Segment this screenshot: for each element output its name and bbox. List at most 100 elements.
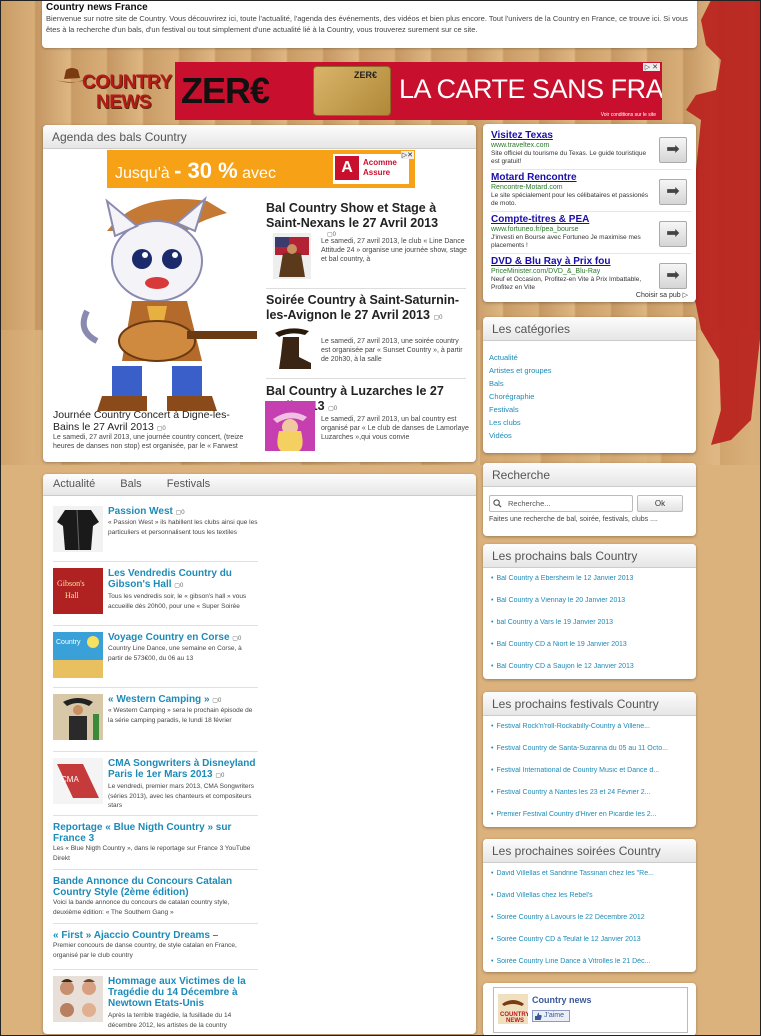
bal-link[interactable]: Bal Country à Viennay le 20 Janvier 2013: [491, 597, 688, 619]
ad-description: Le site spécialement pour les célibatair…: [491, 192, 649, 207]
post-title[interactable]: Hommage aux Victimes de la Tragédie du 1…: [108, 976, 258, 1009]
bal-link[interactable]: Bal Country à Ebersheim le 12 Janvier 20…: [491, 575, 688, 597]
choose-ad-link[interactable]: Choisir sa pub ▷: [636, 291, 688, 299]
post-thumbnail[interactable]: CMA: [53, 758, 103, 804]
ad-close-icon[interactable]: ▷✕: [400, 151, 414, 159]
featured-event-title[interactable]: Journée Country Concert à Digne-les-Bain…: [53, 409, 253, 435]
post-title[interactable]: CMA Songwriters à Disneyland Paris le 1e…: [108, 758, 258, 782]
acomme-assure-ad[interactable]: Jusqu'à - 30 % avec A Acomme Assure ▷✕: [107, 150, 415, 188]
tab-festivals[interactable]: Festivals: [167, 478, 210, 490]
festival-link[interactable]: Festival Rock'n'roll-Rockabilly-Country …: [491, 723, 688, 745]
sponsored-link[interactable]: Visitez Texas www.traveltex.com Site off…: [491, 130, 691, 170]
list-item[interactable]: Bande Annonce du Concours Catalan Countr…: [53, 876, 258, 924]
arrow-right-icon[interactable]: ➡: [659, 137, 687, 163]
agenda-heading: Agenda des bals Country: [43, 125, 476, 149]
festival-link[interactable]: Premier Festival Country d'Hiver en Pica…: [491, 811, 688, 827]
post-thumbnail[interactable]: [53, 976, 103, 1022]
tab-bals[interactable]: Bals: [120, 478, 141, 490]
event-thumbnail[interactable]: [273, 233, 311, 279]
soiree-link[interactable]: Soirée Country Line Dance à Vitrolles le…: [491, 958, 688, 972]
banner-slogan: LA CARTE SANS FRAIS: [399, 74, 662, 104]
post-excerpt: Premier concours de danse country, de st…: [53, 942, 237, 959]
bal-link[interactable]: bal Country à Vars le 19 Janvier 2013: [491, 619, 688, 641]
arrow-right-icon[interactable]: ➡: [659, 179, 687, 205]
sponsored-link[interactable]: Compte-titres & PEA www.fortuneo.fr/pea_…: [491, 214, 691, 254]
soiree-link[interactable]: David Villellas et Sandrine Tassinari ch…: [491, 870, 688, 892]
category-link[interactable]: Festivals: [489, 403, 690, 416]
category-list: Actualité Artistes et groupes Bals Choré…: [483, 341, 696, 452]
post-excerpt: Country Line Dance, une semaine en Corse…: [108, 645, 242, 662]
post-excerpt: Le vendredi, premier mars 2013, CMA Song…: [108, 783, 254, 809]
tab-actualite[interactable]: Actualité: [53, 478, 95, 490]
post-thumbnail[interactable]: [53, 506, 103, 552]
event-excerpt: Le samedi, 27 avril 2013, un bal country…: [321, 416, 469, 441]
post-title[interactable]: « First » Ajaccio Country Dreams –: [53, 930, 253, 941]
category-link[interactable]: Les clubs: [489, 416, 690, 429]
bal-link[interactable]: Bal Country CD à Niort le 19 Janvier 201…: [491, 641, 688, 663]
list-item[interactable]: Gibson's Hall Les Vendredis Country du Gi…: [53, 568, 258, 626]
post-thumbnail[interactable]: [53, 694, 103, 740]
post-title[interactable]: Bande Annonce du Concours Catalan Countr…: [53, 876, 253, 898]
event-title[interactable]: Soirée Country à Saint-Saturnin-les-Avig…: [266, 293, 471, 326]
list-item[interactable]: « Western Camping » ▢0 « Western Camping…: [53, 694, 258, 752]
cowboy-boot-icon[interactable]: [271, 325, 313, 371]
post-title[interactable]: Les Vendredis Country du Gibson's Hall ▢…: [108, 568, 258, 592]
bals-heading: Les prochains bals Country: [483, 544, 696, 568]
upcoming-soirees-panel: Les prochaines soirées Country David Vil…: [483, 839, 696, 972]
news-panel: Actualité Bals Festivals Passion West ▢0…: [43, 474, 476, 1034]
banner-brand: ZER€: [181, 70, 270, 111]
category-link[interactable]: Vidéos: [489, 429, 690, 442]
post-title[interactable]: Reportage « Blue Nigth Country » sur Fra…: [53, 822, 253, 844]
search-input[interactable]: Recherche...: [489, 495, 633, 512]
soiree-link[interactable]: Soirée Country à Lavours le 22 Décembre …: [491, 914, 688, 936]
festivals-list: Festival Rock'n'roll-Rockabilly-Country …: [483, 716, 696, 827]
category-link[interactable]: Actualité: [489, 351, 690, 364]
facebook-box: COUNTRY NEWS Country news J'aime: [483, 983, 696, 1036]
ad-close-icon[interactable]: ▷ ✕: [642, 63, 660, 71]
site-logo[interactable]: COUNTRY NEWS: [52, 62, 174, 118]
post-thumbnail[interactable]: Gibson's Hall: [53, 568, 103, 614]
sponsored-link[interactable]: Motard Rencontre Rencontre-Motard.com Le…: [491, 172, 691, 212]
site-title: Country news France: [46, 2, 148, 13]
sponsored-links-panel: Visitez Texas www.traveltex.com Site off…: [483, 124, 696, 302]
list-item[interactable]: Passion West ▢0 « Passion West » ils hab…: [53, 506, 258, 562]
event-item[interactable]: Bal Country Show et Stage à Saint-Nexans…: [266, 201, 471, 231]
festival-link[interactable]: Festival International de Country Music …: [491, 767, 688, 789]
post-thumbnail[interactable]: Country: [53, 632, 103, 678]
list-item[interactable]: Reportage « Blue Nigth Country » sur Fra…: [53, 822, 258, 870]
soiree-link[interactable]: David Villellas chez les Rebel's: [491, 892, 688, 914]
banner-note: Voir conditions sur le site: [600, 112, 656, 118]
category-link[interactable]: Bals: [489, 377, 690, 390]
list-item[interactable]: CMA CMA Songwriters à Disneyland Paris l…: [53, 758, 258, 816]
list-item[interactable]: « First » Ajaccio Country Dreams – Premi…: [53, 930, 258, 970]
category-link[interactable]: Chorégraphie: [489, 390, 690, 403]
soirees-heading: Les prochaines soirées Country: [483, 839, 696, 863]
category-link[interactable]: Artistes et groupes: [489, 364, 690, 377]
bal-link[interactable]: Bal Country CD à Saujon le 12 Janvier 20…: [491, 663, 688, 679]
logo-line1: COUNTRY: [82, 72, 172, 93]
soiree-link[interactable]: Soirée Country CD à Teulat le 12 Janvier…: [491, 936, 688, 958]
sponsored-link[interactable]: DVD & Blu Ray à Prix fou PriceMinister.c…: [491, 256, 691, 296]
categories-panel: Les catégories Actualité Artistes et gro…: [483, 317, 696, 453]
arrow-right-icon[interactable]: ➡: [659, 221, 687, 247]
country-news-logo-icon[interactable]: COUNTRY NEWS: [498, 994, 528, 1024]
svg-text:Hall: Hall: [65, 591, 80, 600]
svg-text:Country: Country: [56, 639, 81, 646]
festival-link[interactable]: Festival Country de Santa-Suzanna du 05 …: [491, 745, 688, 767]
upcoming-bals-panel: Les prochains bals Country Bal Country à…: [483, 544, 696, 679]
list-item[interactable]: Country Voyage Country en Corse ▢0 Count…: [53, 632, 258, 688]
event-item[interactable]: Soirée Country à Saint-Saturnin-les-Avig…: [266, 293, 471, 326]
event-excerpt-wrap: Le samedi, 27 avril 2013, le club « Line…: [321, 237, 469, 264]
facebook-page-name[interactable]: Country news: [532, 995, 592, 1005]
intro-text: Bienvenue sur notre site de Country. Vou…: [46, 14, 688, 34]
top-banner-ad[interactable]: ZER€ ZER€ LA CARTE SANS FRAIS Voir condi…: [175, 62, 662, 120]
bals-list: Bal Country à Ebersheim le 12 Janvier 20…: [483, 568, 696, 679]
arrow-right-icon[interactable]: ➡: [659, 263, 687, 289]
search-button[interactable]: Ok: [637, 495, 683, 512]
event-thumbnail[interactable]: [265, 401, 315, 451]
festival-link[interactable]: Festival Country à Nantes les 23 et 24 F…: [491, 789, 688, 811]
svg-text:CMA: CMA: [61, 775, 79, 784]
event-title[interactable]: Bal Country Show et Stage à Saint-Nexans…: [266, 201, 471, 231]
list-item[interactable]: Hommage aux Victimes de la Tragédie du 1…: [53, 976, 258, 1034]
cowboy-cat-illustration: [80, 195, 257, 411]
